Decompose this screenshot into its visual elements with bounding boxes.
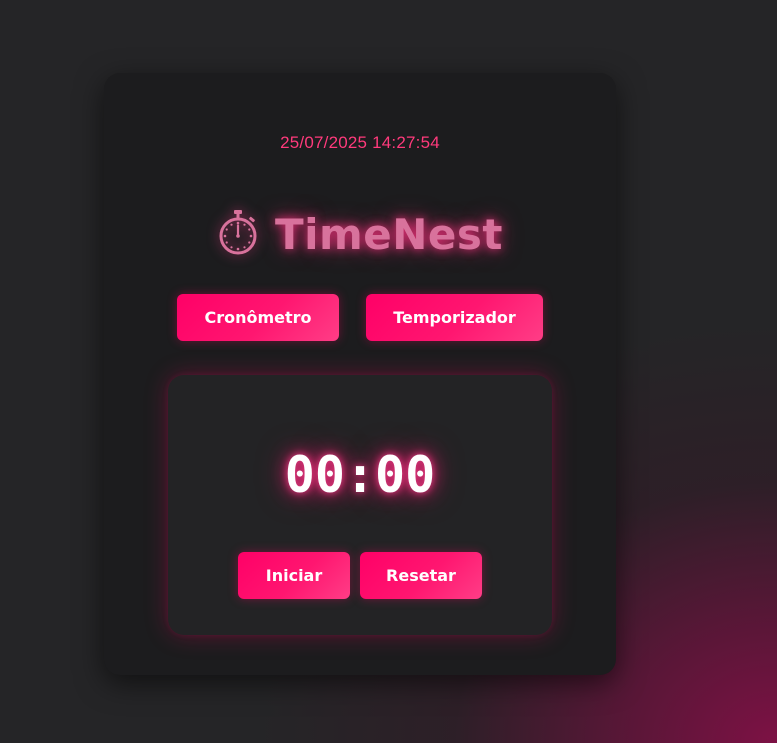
reset-button[interactable]: Resetar (360, 552, 482, 599)
app-brand: TimeNest (104, 206, 616, 262)
tab-temporizador[interactable]: Temporizador (366, 294, 543, 341)
stopwatch-icon (217, 209, 259, 260)
app-title: TimeNest (274, 209, 503, 259)
tab-cronometro[interactable]: Cronômetro (177, 294, 339, 341)
app-card: 25/07/2025 14:27:54 TimeNest Cronômetro … (104, 73, 616, 675)
current-datetime: 25/07/2025 14:27:54 (280, 133, 440, 152)
timer-panel: 00:00 Iniciar Resetar (168, 375, 552, 635)
start-button[interactable]: Iniciar (238, 552, 350, 599)
time-display: 00:00 (284, 446, 436, 504)
